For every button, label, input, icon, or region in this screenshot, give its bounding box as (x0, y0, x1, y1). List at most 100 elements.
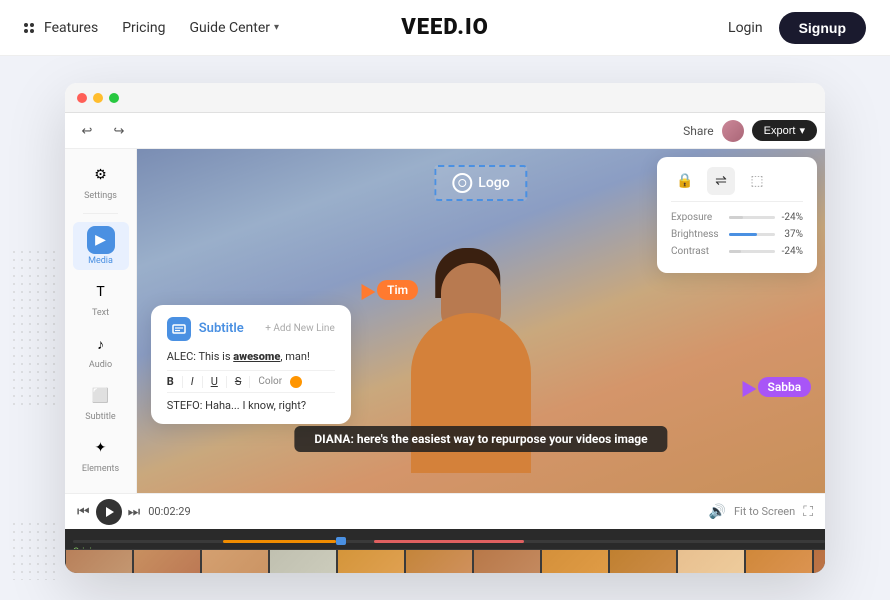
playback-controls: ⏮ ⏭ 00:02:29 🔊 Fit to Screen ⛶ (65, 493, 825, 529)
login-link[interactable]: Login (728, 20, 763, 36)
underline-button[interactable]: U (211, 375, 218, 388)
chevron-down-icon: ▾ (799, 124, 805, 137)
film-frame-11 (745, 549, 813, 573)
site-logo[interactable]: VEED.IO (401, 15, 489, 40)
playhead-marker (336, 537, 346, 545)
window-titlebar (65, 83, 825, 113)
format-separator-1 (182, 376, 183, 388)
sidebar-item-subtitle[interactable]: ⬜ Subtitle (73, 378, 129, 426)
contrast-slider[interactable] (729, 250, 775, 253)
volume-button[interactable]: 🔊 (709, 503, 726, 520)
brightness-row: Brightness 37% (671, 229, 803, 240)
adj-tab-lock[interactable]: 🔒 (671, 167, 699, 195)
adj-tab-sliders[interactable]: ⇌ (707, 167, 735, 195)
share-button[interactable]: Share (683, 124, 714, 138)
guide-center-link[interactable]: Guide Center ▾ (190, 20, 280, 36)
fullscreen-button[interactable]: ⛶ (803, 503, 813, 520)
film-frame-5 (337, 549, 405, 573)
tim-bubble: Tim (357, 280, 418, 300)
exposure-value: -24% (775, 212, 803, 223)
film-frame-2 (133, 549, 201, 573)
user-avatar (722, 120, 744, 142)
video-frame: Logo Tim Sabba DIANA: here's the eas (137, 149, 825, 493)
dot-pattern-left (10, 248, 60, 408)
play-pause-button[interactable] (96, 499, 122, 525)
editor-body: ⚙ Settings ▶ Media T Text ♪ Audio ⬜ (65, 149, 825, 493)
export-button[interactable]: Export ▾ (752, 120, 817, 141)
brightness-slider[interactable] (729, 233, 775, 236)
nav-features-link[interactable]: Features (24, 20, 98, 36)
navbar: Features Pricing Guide Center ▾ VEED.IO … (0, 0, 890, 56)
exposure-row: Exposure -24% (671, 212, 803, 223)
filmstrip (65, 549, 825, 573)
text-icon: T (87, 278, 115, 306)
adj-tabs: 🔒 ⇌ ⬚ (671, 167, 803, 202)
controls-right: 🔊 Fit to Screen ⛶ (709, 503, 813, 520)
adj-tab-crop[interactable]: ⬚ (743, 167, 771, 195)
dot-pattern-bottom-left (10, 520, 60, 580)
bold-button[interactable]: B (167, 375, 174, 388)
brightness-fill (729, 233, 757, 236)
subtitle-card: Subtitle + Add New Line ALEC: This is aw… (151, 305, 351, 424)
logo-element[interactable]: Logo (434, 165, 527, 201)
adjustments-panel: 🔒 ⇌ ⬚ Exposure -24% Brightness (657, 157, 817, 273)
subtitle-card-header: Subtitle + Add New Line (167, 317, 335, 341)
orange-clip (223, 540, 336, 543)
redo-button[interactable]: ↪ (105, 117, 133, 145)
subtitle-icon: ⬜ (87, 382, 115, 410)
subtitle-line1-bold: awesome (233, 350, 280, 363)
film-frame-8 (541, 549, 609, 573)
pricing-link[interactable]: Pricing (122, 20, 165, 36)
subtitle-text: DIANA: here's the easiest way to repurpo… (314, 432, 647, 446)
contrast-row: Contrast -24% (671, 246, 803, 257)
sabba-bubble: Sabba (738, 377, 812, 397)
exposure-slider[interactable] (729, 216, 775, 219)
subtitle-format-toolbar: B I U S Color (167, 370, 335, 393)
fit-screen-button[interactable]: Fit to Screen (734, 505, 795, 518)
subtitle-line1-prefix: ALEC: This is (167, 350, 233, 363)
sidebar-item-settings[interactable]: ⚙ Settings (73, 157, 129, 205)
film-frame-4 (269, 549, 337, 573)
film-frame-1 (65, 549, 133, 573)
film-frame-6 (405, 549, 473, 573)
play-icon (106, 507, 114, 517)
toolbar-left: ↩ ↪ (73, 117, 133, 145)
add-new-line-button[interactable]: + Add New Line (265, 323, 335, 334)
settings-icon: ⚙ (87, 161, 115, 189)
color-picker[interactable] (290, 376, 302, 388)
sidebar-item-audio[interactable]: ♪ Audio (73, 326, 129, 374)
film-frame-10 (677, 549, 745, 573)
italic-button[interactable]: I (191, 375, 194, 388)
editor-toolbar: ↩ ↪ Share Export ▾ (65, 113, 825, 149)
sidebar-item-text[interactable]: T Text (73, 274, 129, 322)
audio-icon: ♪ (87, 330, 115, 358)
play-controls-group: ⏮ ⏭ (77, 499, 140, 525)
signup-button[interactable]: Signup (779, 12, 866, 44)
sidebar-item-media[interactable]: ▶ Media (73, 222, 129, 270)
skip-forward-button[interactable]: ⏭ (128, 503, 141, 520)
sabba-cursor-icon (735, 377, 756, 397)
format-separator-3 (226, 376, 227, 388)
subtitle-card-title: Subtitle (199, 321, 244, 336)
window-close-dot[interactable] (77, 93, 87, 103)
video-subtitle-bar: DIANA: here's the easiest way to repurpo… (294, 426, 667, 452)
time-display: 00:02:29 (148, 505, 190, 518)
subtitle-label: Subtitle (85, 412, 115, 422)
toolbar-right: Share Export ▾ (683, 120, 817, 142)
nav-right: Login Signup (728, 12, 866, 44)
editor-window: ↩ ↪ Share Export ▾ ⚙ Settings (65, 83, 825, 573)
subtitle-line-1: ALEC: This is awesome, man! (167, 349, 335, 364)
skip-back-button[interactable]: ⏮ (77, 503, 90, 520)
film-frame-7 (473, 549, 541, 573)
strikethrough-button[interactable]: S (235, 375, 242, 388)
window-maximize-dot[interactable] (109, 93, 119, 103)
timeline[interactable]: Origin Finger (65, 529, 825, 573)
sidebar-item-elements[interactable]: ✦ Elements (73, 430, 129, 478)
contrast-value: -24% (775, 246, 803, 257)
tim-name-badge: Tim (377, 280, 418, 300)
undo-button[interactable]: ↩ (73, 117, 101, 145)
film-frame-3 (201, 549, 269, 573)
window-minimize-dot[interactable] (93, 93, 103, 103)
subtitle-line-2: STEFO: Haha... I know, right? (167, 399, 335, 412)
text-label: Text (92, 308, 109, 318)
